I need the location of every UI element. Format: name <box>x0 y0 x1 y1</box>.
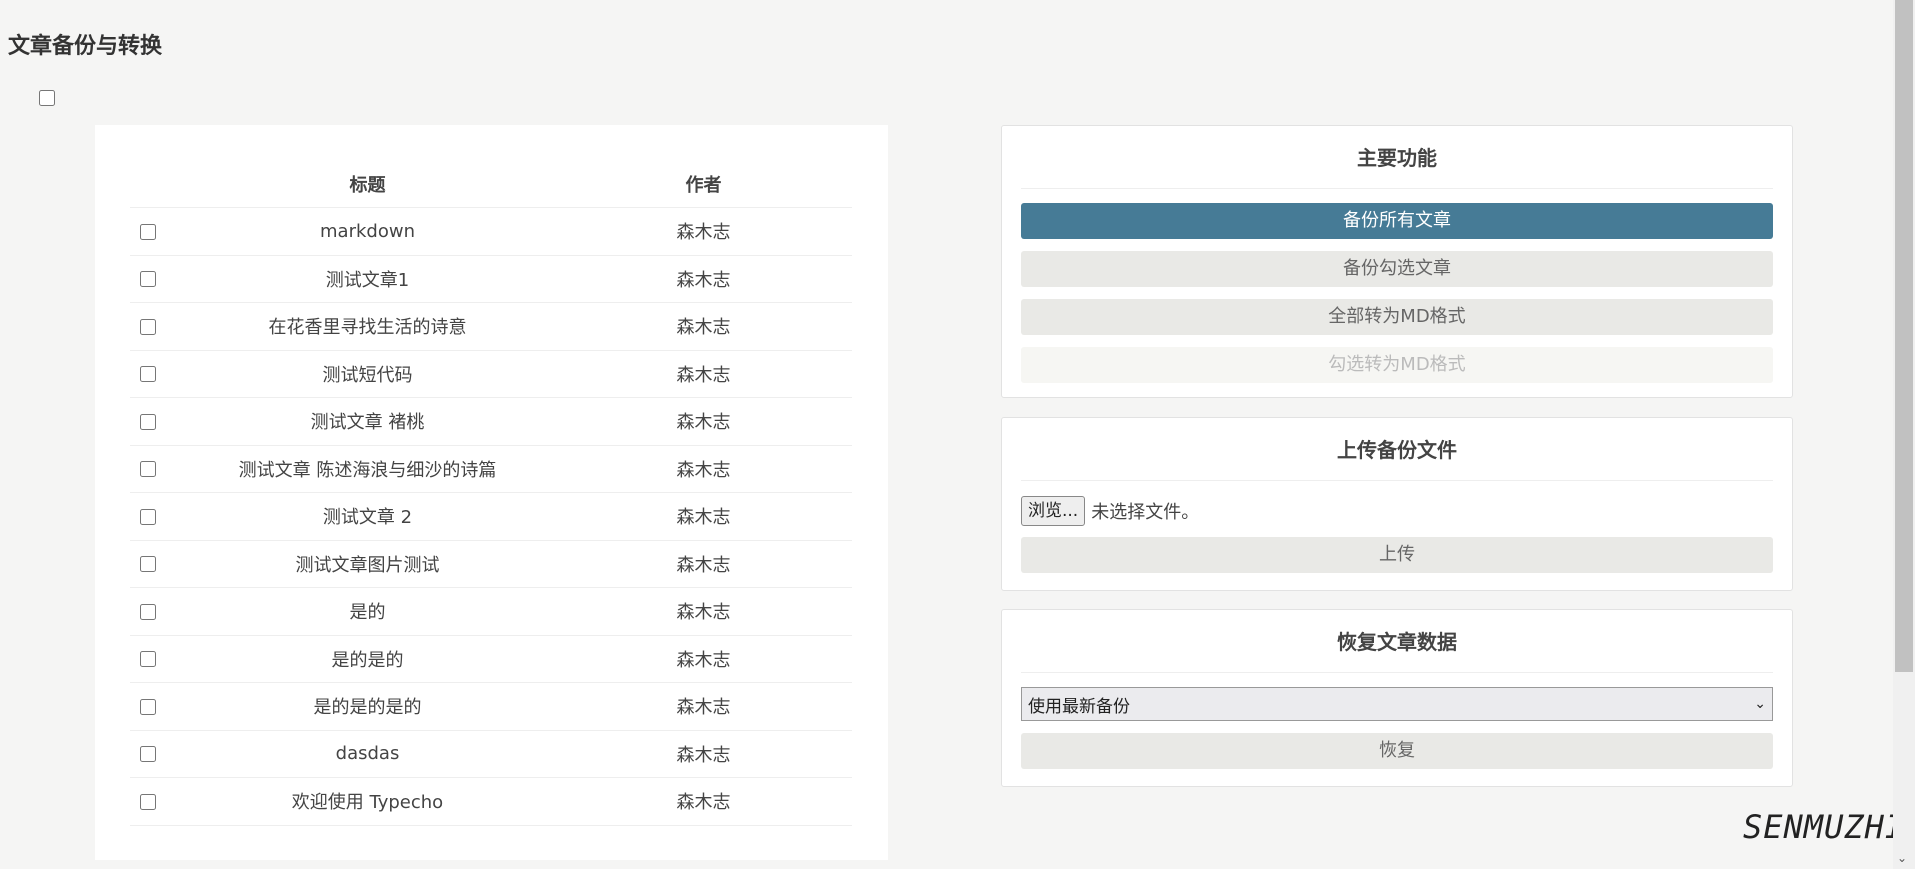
row-checkbox-cell <box>130 397 180 446</box>
header-checkbox-column <box>130 160 180 208</box>
row-author: 森木志 <box>555 492 852 541</box>
table-row: 测试文章图片测试 森木志 <box>130 540 852 588</box>
row-title: 是的是的是的 <box>180 682 555 731</box>
row-checkbox[interactable] <box>140 651 156 668</box>
row-author: 森木志 <box>555 350 852 398</box>
backup-selected-button[interactable]: 备份勾选文章 <box>1021 251 1773 287</box>
row-checkbox-cell <box>130 255 180 303</box>
no-file-label: 未选择文件。 <box>1091 502 1200 523</box>
table-row: 测试文章 2 森木志 <box>130 492 852 541</box>
row-author: 森木志 <box>555 540 852 588</box>
main-functions-panel: 主要功能 备份所有文章 备份勾选文章 全部转为MD格式 勾选转为MD格式 <box>1001 125 1793 398</box>
convert-selected-md-button[interactable]: 勾选转为MD格式 <box>1021 347 1773 383</box>
row-checkbox[interactable] <box>140 793 156 810</box>
backup-select[interactable]: 使用最新备份 ⌄ <box>1021 687 1773 721</box>
row-checkbox[interactable] <box>140 698 156 715</box>
row-author: 森木志 <box>555 587 852 636</box>
row-checkbox[interactable] <box>140 556 156 573</box>
header-title: 标题 <box>180 160 555 208</box>
table-row: 是的 森木志 <box>130 587 852 636</box>
row-author: 森木志 <box>555 445 852 493</box>
table-row: 是的是的 森木志 <box>130 635 852 683</box>
row-title: 欢迎使用 Typecho <box>180 777 555 826</box>
page-title: 文章备份与转换 <box>8 34 163 59</box>
row-checkbox-cell <box>130 350 180 398</box>
row-author: 森木志 <box>555 635 852 683</box>
table-row: dasdas 森木志 <box>130 730 852 778</box>
row-author: 森木志 <box>555 397 852 446</box>
scrollbar-thumb[interactable] <box>1895 0 1913 672</box>
row-checkbox[interactable] <box>140 366 156 383</box>
article-table: 标题 作者 markdown 森木志 测试文章1 森木志 在花香里寻找生活的诗意 森木志测… <box>130 160 852 826</box>
row-checkbox[interactable] <box>140 508 156 525</box>
table-row: 测试文章1 森木志 <box>130 255 852 303</box>
upload-heading: 上传备份文件 <box>1021 418 1773 481</box>
row-title: 测试文章 褚桃 <box>180 397 555 446</box>
row-title: 测试文章图片测试 <box>180 540 555 588</box>
row-title: 在花香里寻找生活的诗意 <box>180 302 555 351</box>
row-checkbox-cell <box>130 682 180 731</box>
table-row: 欢迎使用 Typecho 森木志 <box>130 777 852 826</box>
backup-select-value: 使用最新备份 <box>1028 696 1130 717</box>
row-checkbox[interactable] <box>140 318 156 335</box>
table-row: 测试文章 褚桃 森木志 <box>130 397 852 446</box>
row-title: 是的 <box>180 587 555 636</box>
table-row: 在花香里寻找生活的诗意 森木志 <box>130 302 852 351</box>
backup-all-button[interactable]: 备份所有文章 <box>1021 203 1773 239</box>
row-author: 森木志 <box>555 302 852 351</box>
upload-panel: 上传备份文件 浏览... 未选择文件。 上传 <box>1001 417 1793 591</box>
row-checkbox-cell <box>130 777 180 826</box>
row-title: 测试文章1 <box>180 255 555 303</box>
table-header-row: 标题 作者 <box>130 160 852 208</box>
row-checkbox-cell <box>130 492 180 541</box>
row-checkbox-cell <box>130 445 180 493</box>
row-checkbox-cell <box>130 302 180 351</box>
select-all-checkbox[interactable] <box>39 90 55 106</box>
restore-heading: 恢复文章数据 <box>1021 610 1773 673</box>
row-checkbox[interactable] <box>140 461 156 478</box>
row-title: 测试短代码 <box>180 350 555 398</box>
row-title: 测试文章 2 <box>180 492 555 541</box>
row-checkbox-cell <box>130 540 180 588</box>
convert-all-md-button[interactable]: 全部转为MD格式 <box>1021 299 1773 335</box>
browse-button[interactable]: 浏览... <box>1021 496 1086 526</box>
row-title: markdown <box>180 207 555 256</box>
file-input: 浏览... 未选择文件。 <box>1021 495 1773 527</box>
row-checkbox-cell <box>130 587 180 636</box>
restore-button[interactable]: 恢复 <box>1021 733 1773 769</box>
table-row: 是的是的是的 森木志 <box>130 682 852 731</box>
row-author: 森木志 <box>555 730 852 778</box>
page-scrollbar[interactable]: ⌄ <box>1893 0 1915 869</box>
row-author: 森木志 <box>555 207 852 256</box>
row-title: 是的是的 <box>180 635 555 683</box>
row-checkbox[interactable] <box>140 271 156 288</box>
row-checkbox-cell <box>130 207 180 256</box>
table-row: 测试文章 陈述海浪与细沙的诗篇 森木志 <box>130 445 852 493</box>
row-checkbox[interactable] <box>140 223 156 240</box>
row-author: 森木志 <box>555 777 852 826</box>
table-row: markdown 森木志 <box>130 207 852 256</box>
row-checkbox[interactable] <box>140 603 156 620</box>
row-checkbox[interactable] <box>140 746 156 763</box>
header-author: 作者 <box>555 160 852 208</box>
row-checkbox-cell <box>130 730 180 778</box>
table-row: 测试短代码 森木志 <box>130 350 852 398</box>
chevron-down-icon: ⌄ <box>1754 696 1766 712</box>
row-title: 测试文章 陈述海浪与细沙的诗篇 <box>180 445 555 493</box>
row-title: dasdas <box>180 730 555 778</box>
restore-panel: 恢复文章数据 使用最新备份 ⌄ 恢复 <box>1001 609 1793 787</box>
row-author: 森木志 <box>555 682 852 731</box>
senmuzhi-logo: SENMUZHI <box>1743 808 1906 846</box>
scroll-down-arrow-icon[interactable]: ⌄ <box>1897 851 1907 865</box>
row-checkbox-cell <box>130 635 180 683</box>
main-functions-heading: 主要功能 <box>1021 126 1773 189</box>
upload-button[interactable]: 上传 <box>1021 537 1773 573</box>
row-author: 森木志 <box>555 255 852 303</box>
article-table-panel: 标题 作者 markdown 森木志 测试文章1 森木志 在花香里寻找生活的诗意 森木志测… <box>95 125 888 860</box>
row-checkbox[interactable] <box>140 413 156 430</box>
